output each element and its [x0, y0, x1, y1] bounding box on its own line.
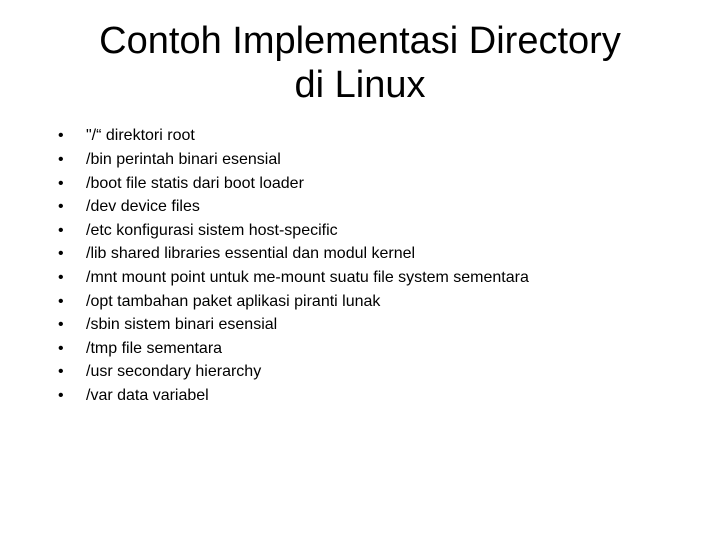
- bullet-icon: •: [58, 220, 86, 242]
- bullet-icon: •: [58, 196, 86, 218]
- list-item: • /etc konfigurasi sistem host-specific: [58, 220, 680, 242]
- list-item: • /opt tambahan paket aplikasi piranti l…: [58, 291, 680, 313]
- list-item-text: /var data variabel: [86, 385, 680, 407]
- page-title: Contoh Implementasi Directory di Linux: [40, 20, 680, 107]
- list-item: • /tmp file sementara: [58, 338, 680, 360]
- bullet-icon: •: [58, 125, 86, 147]
- bullet-icon: •: [58, 291, 86, 313]
- list-item: • "/“ direktori root: [58, 125, 680, 147]
- list-item-text: /dev device files: [86, 196, 680, 218]
- list-item-text: /usr secondary hierarchy: [86, 361, 680, 383]
- bullet-icon: •: [58, 149, 86, 171]
- bullet-icon: •: [58, 243, 86, 265]
- list-item: • /boot file statis dari boot loader: [58, 173, 680, 195]
- bullet-icon: •: [58, 361, 86, 383]
- list-item: • /usr secondary hierarchy: [58, 361, 680, 383]
- list-item-text: /bin perintah binari esensial: [86, 149, 680, 171]
- bullet-icon: •: [58, 338, 86, 360]
- list-item-text: /sbin sistem binari esensial: [86, 314, 680, 336]
- bullet-icon: •: [58, 385, 86, 407]
- list-item: • /lib shared libraries essential dan mo…: [58, 243, 680, 265]
- list-item: • /sbin sistem binari esensial: [58, 314, 680, 336]
- list-item-text: /mnt mount point untuk me-mount suatu fi…: [86, 267, 680, 289]
- list-item: • /var data variabel: [58, 385, 680, 407]
- list-item-text: /opt tambahan paket aplikasi piranti lun…: [86, 291, 680, 313]
- list-item-text: "/“ direktori root: [86, 125, 680, 147]
- list-item-text: /tmp file sementara: [86, 338, 680, 360]
- list-item: • /bin perintah binari esensial: [58, 149, 680, 171]
- list-item-text: /lib shared libraries essential dan modu…: [86, 243, 680, 265]
- list-item-text: /boot file statis dari boot loader: [86, 173, 680, 195]
- list-item: • /mnt mount point untuk me-mount suatu …: [58, 267, 680, 289]
- bullet-icon: •: [58, 267, 86, 289]
- list-item-text: /etc konfigurasi sistem host-specific: [86, 220, 680, 242]
- bullet-icon: •: [58, 173, 86, 195]
- bullet-icon: •: [58, 314, 86, 336]
- list-item: • /dev device files: [58, 196, 680, 218]
- bullet-list: • "/“ direktori root • /bin perintah bin…: [40, 125, 680, 406]
